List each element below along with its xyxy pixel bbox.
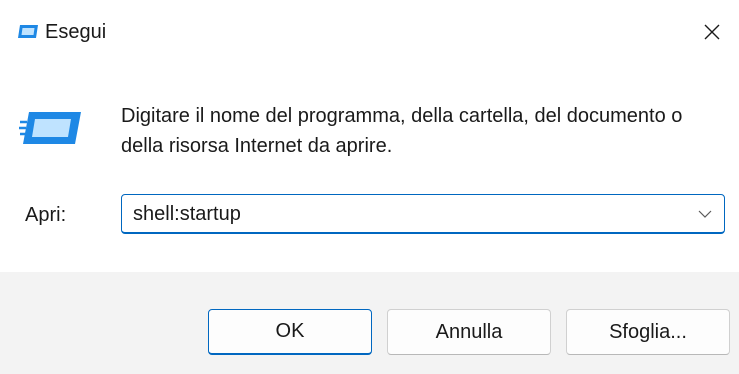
- dropdown-button[interactable]: [694, 203, 716, 225]
- open-combobox[interactable]: shell:startup: [121, 194, 725, 234]
- run-dialog-icon: [19, 110, 83, 146]
- window-title: Esegui: [45, 21, 107, 43]
- chevron-down-icon: [698, 210, 712, 218]
- open-input[interactable]: shell:startup: [133, 200, 241, 228]
- cancel-button[interactable]: Annulla: [387, 309, 551, 355]
- run-dialog: Esegui Digitare il nome del programma, d…: [0, 0, 739, 374]
- run-dialog-icon: [17, 24, 39, 39]
- close-button[interactable]: [690, 10, 734, 54]
- title-bar: Esegui: [0, 0, 739, 60]
- description-text: Digitare il nome del programma, della ca…: [121, 105, 683, 157]
- close-icon: [704, 24, 720, 40]
- open-label: Apri:: [25, 204, 67, 226]
- ok-button[interactable]: OK: [208, 309, 372, 355]
- browse-button[interactable]: Sfoglia...: [566, 309, 730, 355]
